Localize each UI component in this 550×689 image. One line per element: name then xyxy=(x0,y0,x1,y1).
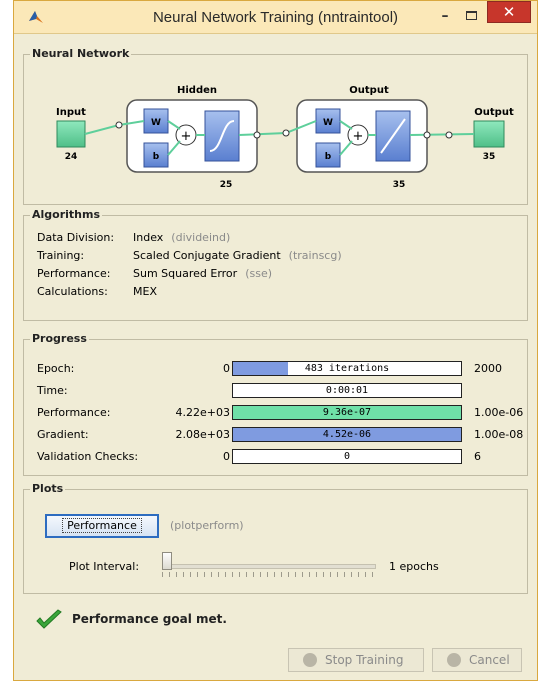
progress-bar: 9.36e-07 xyxy=(232,405,462,420)
progress-max: 1.00e-06 xyxy=(474,406,524,419)
progress-value: 4.52e-06 xyxy=(322,429,372,440)
progress-max: 1.00e-08 xyxy=(474,428,524,441)
algorithms-panel: Algorithms Data Division: Index (divideind… xyxy=(23,208,528,321)
progress-row-performance: Performance: 4.22e+03 9.36e-07 1.00e-06 xyxy=(24,404,527,422)
algorithm-row-calculations: Calculations: MEX xyxy=(37,284,165,300)
algorithm-label: Data Division: xyxy=(37,231,115,244)
progress-value: 483 iterations xyxy=(304,363,390,374)
window-title: Neural Network Training (nntraintool) xyxy=(152,9,399,26)
stop-icon xyxy=(303,653,317,667)
plot-interval-label: Plot Interval: xyxy=(69,560,140,573)
progress-value: 0 xyxy=(343,451,351,462)
progress-max: 2000 xyxy=(474,362,502,375)
slider-thumb[interactable] xyxy=(162,552,172,570)
cancel-button[interactable]: Cancel xyxy=(432,648,522,672)
maximize-button[interactable] xyxy=(461,7,483,27)
hidden-bias-label: b xyxy=(153,152,160,162)
algorithm-label: Calculations: xyxy=(37,285,108,298)
output-size: 35 xyxy=(483,152,496,162)
progress-min: 4.22e+03 xyxy=(175,406,230,419)
progress-bar: 0 xyxy=(232,449,462,464)
algorithm-function: (divideind) xyxy=(171,231,231,244)
algorithm-row-training: Training: Scaled Conjugate Gradient (train… xyxy=(37,248,342,264)
performance-plot-function: (plotperform) xyxy=(170,519,244,532)
hidden-layer-label: Hidden xyxy=(177,85,217,96)
plots-panel: Plots Performance (plotperform) Plot Int… xyxy=(23,482,528,594)
progress-label: Validation Checks: xyxy=(37,450,139,463)
progress-row-epoch: Epoch: 0 483 iterations 2000 xyxy=(24,360,527,378)
progress-panel: Progress Epoch: 0 483 iterations 2000 Ti… xyxy=(23,332,528,476)
progress-min: 0 xyxy=(223,450,230,463)
algorithms-panel-title: Algorithms xyxy=(30,208,103,221)
status-message: Performance goal met. xyxy=(34,609,227,634)
output-sum-glyph: + xyxy=(353,129,364,144)
algorithm-value: Scaled Conjugate Gradient xyxy=(133,249,281,262)
progress-label: Epoch: xyxy=(37,362,75,375)
algorithm-value: Index xyxy=(133,231,164,244)
stop-training-button[interactable]: Stop Training xyxy=(288,648,424,672)
algorithm-value: Sum Squared Error xyxy=(133,267,238,280)
algorithm-function: (sse) xyxy=(245,267,272,280)
hidden-sum-glyph: + xyxy=(181,129,192,144)
plot-interval-value: 1 epochs xyxy=(389,560,439,573)
slider-track xyxy=(162,564,376,569)
progress-label: Performance: xyxy=(37,406,111,419)
algorithm-row-data-division: Data Division: Index (divideind) xyxy=(37,230,230,246)
progress-min: 0 xyxy=(223,362,230,375)
plot-interval-slider[interactable] xyxy=(158,550,380,582)
output-weight-label: W xyxy=(323,118,333,128)
algorithm-value: MEX xyxy=(133,285,157,298)
progress-row-gradient: Gradient: 2.08e+03 4.52e-06 1.00e-08 xyxy=(24,426,527,444)
progress-min: 2.08e+03 xyxy=(175,428,230,441)
slider-ticks xyxy=(162,572,376,577)
status-text: Performance goal met. xyxy=(72,612,227,626)
output-bias-label: b xyxy=(325,152,332,162)
progress-bar: 4.52e-06 xyxy=(232,427,462,442)
output-layer-label: Output xyxy=(349,85,389,96)
hidden-size: 25 xyxy=(220,180,233,190)
progress-label: Gradient: xyxy=(37,428,89,441)
cancel-label: Cancel xyxy=(469,653,510,667)
performance-plot-button-label: Performance xyxy=(62,518,142,533)
progress-max: 6 xyxy=(474,450,481,463)
network-diagram: Input 24 Hidden W b + 25 Output W b + 35… xyxy=(56,85,514,190)
input-size: 24 xyxy=(65,152,78,162)
input-node xyxy=(56,120,86,148)
title-bar: Neural Network Training (nntraintool) – … xyxy=(14,1,537,34)
cancel-icon xyxy=(447,653,461,667)
progress-panel-title: Progress xyxy=(30,332,89,345)
output-label: Output xyxy=(474,107,514,118)
neural-network-panel: Neural Network Input 24 Hidden W b + 25 … xyxy=(23,47,528,205)
close-button[interactable]: ✕ xyxy=(487,1,531,23)
output-layer-size: 35 xyxy=(393,180,406,190)
progress-value: 0:00:01 xyxy=(325,385,369,396)
output-node xyxy=(473,120,505,148)
algorithm-row-performance: Performance: Sum Squared Error (sse) xyxy=(37,266,272,282)
algorithm-function: (trainscg) xyxy=(288,249,342,262)
performance-plot-button[interactable]: Performance xyxy=(45,514,159,538)
progress-row-time: Time: 0:00:01 xyxy=(24,382,527,400)
hidden-weight-label: W xyxy=(151,118,161,128)
algorithm-label: Performance: xyxy=(37,267,111,280)
progress-label: Time: xyxy=(37,384,68,397)
progress-row-validation-checks: Validation Checks: 0 0 6 xyxy=(24,448,527,466)
algorithm-label: Training: xyxy=(37,249,85,262)
input-label: Input xyxy=(56,107,86,118)
minimize-button[interactable]: – xyxy=(434,7,456,27)
progress-bar: 0:00:01 xyxy=(232,383,462,398)
nntraintool-window: Neural Network Training (nntraintool) – … xyxy=(13,0,538,681)
progress-bar: 483 iterations xyxy=(232,361,462,376)
plots-panel-title: Plots xyxy=(30,482,66,495)
stop-training-label: Stop Training xyxy=(325,653,404,667)
progress-value: 9.36e-07 xyxy=(322,407,372,418)
maximize-icon xyxy=(466,11,477,20)
checkmark-icon xyxy=(36,609,62,629)
